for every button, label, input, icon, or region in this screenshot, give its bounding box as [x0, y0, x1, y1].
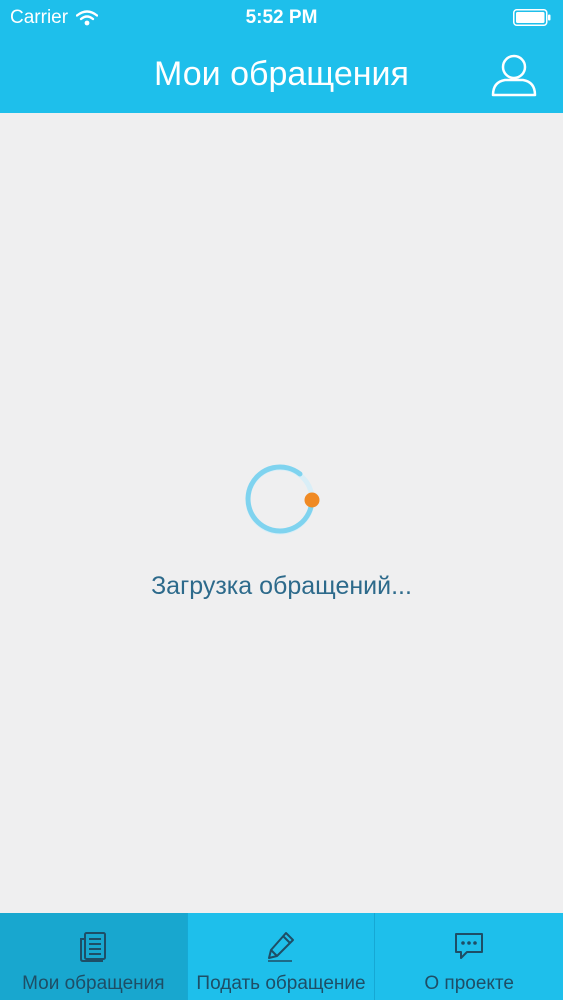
pencil-icon — [268, 932, 294, 962]
tab-my-requests[interactable]: Мои обращения — [0, 913, 187, 1000]
tab-label-about: О проекте — [424, 973, 514, 994]
tab-label-my-requests: Мои обращения — [22, 973, 165, 994]
battery-icon — [513, 9, 551, 26]
page-title: Мои обращения — [154, 55, 409, 93]
status-time: 5:52 PM — [245, 7, 318, 28]
tab-submit-request[interactable]: Подать обращение — [186, 913, 375, 1000]
status-bar: Carrier 5:52 PM — [0, 0, 563, 38]
tab-about[interactable]: О проекте — [374, 913, 563, 1000]
tab-bar: Мои обращения Подать обращение О проекте — [0, 913, 563, 1000]
profile-button[interactable] — [489, 50, 539, 100]
tab-label-submit-request: Подать обращение — [196, 973, 366, 994]
loading-spinner — [245, 464, 320, 535]
chat-bubble-icon — [455, 933, 484, 959]
user-icon — [491, 54, 537, 97]
loading-text: Загрузка обращений... — [151, 572, 412, 600]
document-list-icon — [80, 932, 107, 962]
header-bar: Carrier 5:52 PM Мои обращения — [0, 0, 563, 113]
